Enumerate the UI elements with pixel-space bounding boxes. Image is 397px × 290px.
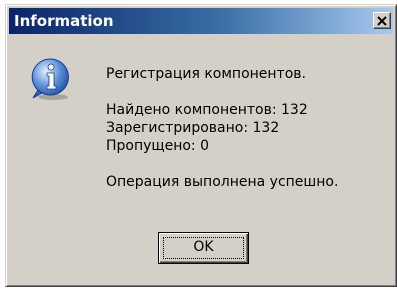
window-title: Information [14,12,114,30]
title-bar[interactable]: Information [9,8,393,34]
information-dialog: Information Регистрация компонентов. Най… [5,4,397,287]
close-icon [377,16,387,26]
ok-button-label: OK [193,239,214,255]
message-registered-count: Зарегистрировано: 132 [106,120,280,136]
message-found-count: Найдено компонентов: 132 [106,102,308,118]
close-button[interactable] [373,12,391,29]
ok-button[interactable]: OK [158,232,249,264]
information-icon [31,58,69,100]
message-skipped-count: Пропущено: 0 [106,138,210,154]
message-result: Операция выполнена успешно. [106,174,339,190]
message-heading: Регистрация компонентов. [106,66,306,82]
